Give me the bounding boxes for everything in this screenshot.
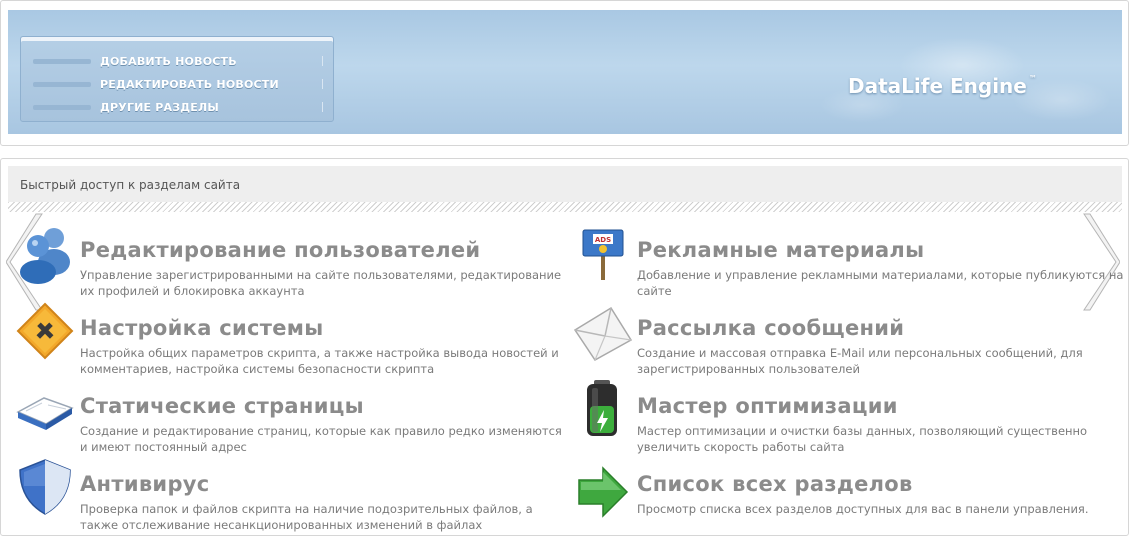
menu-bar [33, 104, 91, 110]
tile-system-settings[interactable]: Настройка системы Настройка общих параме… [14, 300, 559, 376]
tile-title: Список всех разделов [637, 472, 913, 496]
tile-static-pages[interactable]: Статические страницы Создание и редактир… [14, 378, 562, 454]
tile-title: Редактирование пользователей [80, 238, 481, 262]
tile-description: Управление зарегистрированными на сайте … [80, 268, 562, 298]
tools-sign-icon [16, 302, 74, 360]
panel-title: Быстрый доступ к разделам сайта [20, 178, 241, 192]
tile-description: Мастер оптимизации и очистки базы данных… [637, 424, 1088, 454]
svg-text:ADS: ADS [595, 236, 611, 244]
tile-title: Мастер оптимизации [637, 394, 898, 418]
tile-description: Создание и редактирование страниц, котор… [80, 424, 562, 454]
menu-item-other-sections[interactable]: ДРУГИЕ РАЗДЕЛЫ [21, 97, 333, 117]
users-icon [20, 228, 70, 284]
trademark-mark: ™ [1028, 74, 1037, 83]
tile-title: Настройка системы [80, 316, 324, 340]
menu-item-label: ДРУГИЕ РАЗДЕЛЫ [100, 100, 219, 114]
tile-description: Проверка папок и файлов скрипта на налич… [80, 502, 533, 532]
menu-item-edit-news[interactable]: РЕДАКТИРОВАТЬ НОВОСТИ [21, 74, 333, 94]
menu-bar [33, 81, 91, 87]
menu-divider [322, 79, 323, 89]
tile-antivirus[interactable]: Антивирус Проверка папок и файлов скрипт… [14, 456, 554, 532]
envelope-icon [573, 306, 633, 361]
tile-title: Рассылка сообщений [637, 316, 905, 340]
panel-divider [8, 202, 1122, 212]
logo-text: DataLife Engine [848, 74, 1027, 98]
menu-item-add-news[interactable]: ДОБАВИТЬ НОВОСТЬ [21, 51, 333, 71]
tile-title: Антивирус [80, 472, 210, 496]
admin-menu: ДОБАВИТЬ НОВОСТЬ РЕДАКТИРОВАТЬ НОВОСТИ Д… [20, 36, 334, 122]
battery-icon [587, 380, 617, 436]
tile-description: Просмотр списка всех разделов доступных … [637, 502, 1089, 516]
tile-ads[interactable]: ADS Рекламные материалы Добавление и упр… [571, 222, 1123, 298]
tile-mailing[interactable]: Рассылка сообщений Создание и массовая о… [571, 300, 1111, 376]
menu-item-label: РЕДАКТИРОВАТЬ НОВОСТИ [100, 77, 279, 91]
shield-icon [19, 459, 71, 515]
tile-description: Создание и массовая отправка E-Mail или … [637, 346, 1083, 376]
datalife-engine-logo: DataLife Engine ™ [848, 74, 1037, 98]
world-map-graphic [702, 10, 1122, 134]
tile-optimization[interactable]: Мастер оптимизации Мастер оптимизации и … [571, 378, 1111, 454]
tile-description: Настройка общих параметров скрипта, а та… [80, 346, 559, 376]
menu-divider [322, 102, 323, 112]
green-arrow-icon [578, 466, 629, 518]
menu-bar [33, 58, 91, 64]
open-book-icon [16, 397, 74, 430]
tile-title: Рекламные материалы [637, 238, 925, 262]
header-banner: ДОБАВИТЬ НОВОСТЬ РЕДАКТИРОВАТЬ НОВОСТИ Д… [8, 10, 1122, 134]
menu-item-label: ДОБАВИТЬ НОВОСТЬ [100, 54, 237, 68]
tile-edit-users[interactable]: Редактирование пользователей Управление … [14, 222, 561, 298]
tile-all-sections[interactable]: Список всех разделов Просмотр списка все… [571, 456, 1111, 532]
menu-divider [322, 56, 323, 66]
tile-title: Статические страницы [80, 394, 364, 418]
ads-sign-icon: ADS [582, 229, 624, 280]
tile-description: Добавление и управление рекламными матер… [637, 268, 1124, 298]
